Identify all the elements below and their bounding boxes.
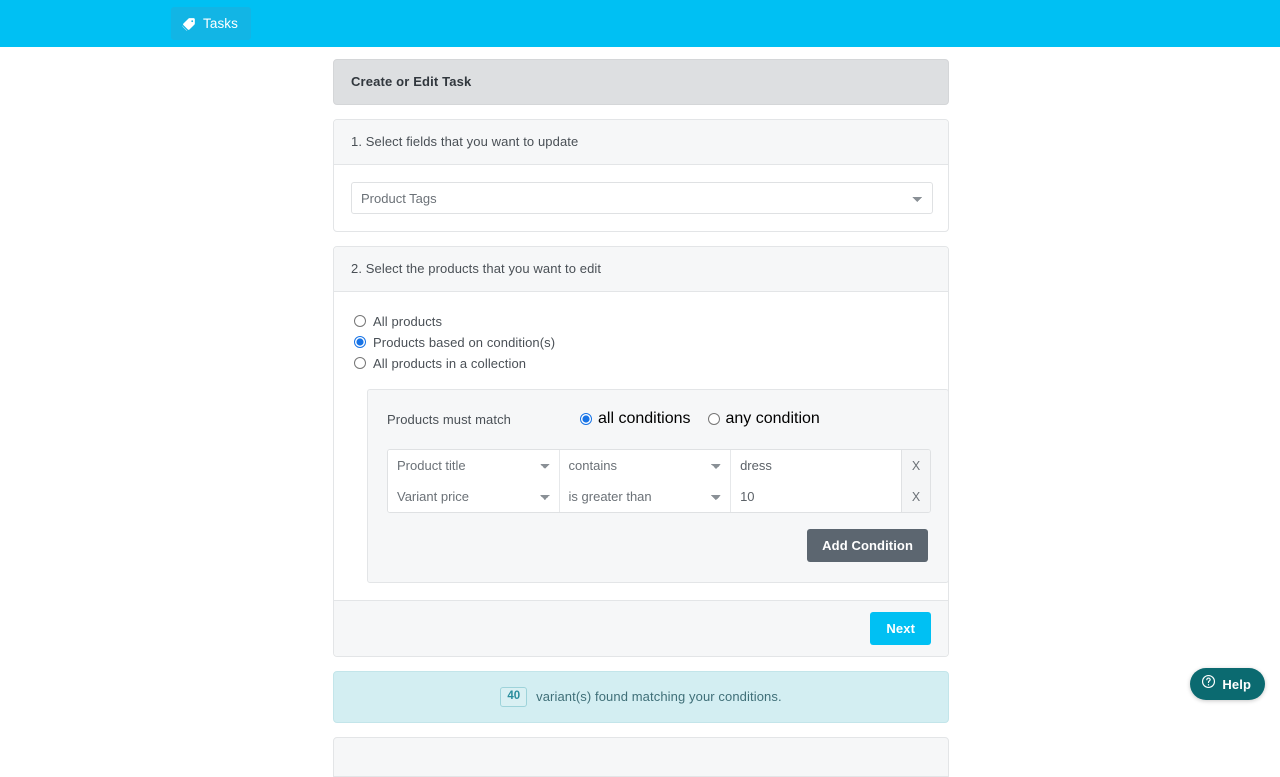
- scope-radio-collection-label: All products in a collection: [373, 356, 526, 371]
- condition-value-input[interactable]: [731, 450, 901, 481]
- card-select-products-header: 2. Select the products that you want to …: [334, 247, 948, 292]
- scope-radio-collection-input[interactable]: [354, 357, 366, 369]
- page-scroll-area: Create or Edit Task 1. Select fields tha…: [0, 47, 1280, 720]
- scope-radio-conditions-label: Products based on condition(s): [373, 335, 555, 350]
- tab-tasks[interactable]: Tasks: [171, 7, 251, 40]
- scope-radio-all-products[interactable]: All products: [354, 311, 931, 331]
- match-mode-radio-group: all conditions any condition: [580, 410, 820, 428]
- conditions-panel: Products must match all conditions any c…: [367, 389, 949, 583]
- match-radio-any-condition-input[interactable]: [708, 413, 720, 425]
- scope-radio-conditions-input[interactable]: [354, 336, 366, 348]
- match-radio-all-conditions-input[interactable]: [580, 413, 592, 425]
- scope-radio-all-products-input[interactable]: [354, 315, 366, 327]
- match-mode-row: Products must match all conditions any c…: [387, 410, 929, 428]
- condition-value-input[interactable]: [731, 481, 901, 512]
- next-button[interactable]: Next: [870, 612, 931, 645]
- tab-tasks-label: Tasks: [203, 16, 238, 31]
- condition-field-select[interactable]: Product title: [388, 450, 560, 481]
- condition-rows: Product title contains X Variant price: [387, 449, 931, 513]
- card-select-fields-body: Product Tags: [334, 165, 948, 231]
- condition-operator-select[interactable]: contains: [560, 450, 732, 481]
- variant-count-notice: 40 variant(s) found matching your condit…: [333, 671, 949, 723]
- card-select-products-footer: Next: [334, 600, 948, 656]
- scope-radio-conditions[interactable]: Products based on condition(s): [354, 332, 931, 352]
- scope-radio-all-products-label: All products: [373, 314, 442, 329]
- card-next-section-stub: [333, 737, 949, 777]
- match-radio-any-condition[interactable]: any condition: [708, 410, 820, 428]
- question-circle-icon: [1201, 674, 1216, 694]
- help-launcher-label: Help: [1222, 677, 1251, 692]
- condition-remove-button[interactable]: X: [901, 481, 930, 512]
- card-select-fields: 1. Select fields that you want to update…: [333, 119, 949, 232]
- content-container: Create or Edit Task 1. Select fields tha…: [333, 47, 949, 777]
- step1-header-label: 1. Select fields that you want to update: [351, 134, 578, 149]
- top-app-bar: Tasks: [0, 0, 1280, 47]
- condition-row: Product title contains X: [388, 450, 930, 481]
- page-title: Create or Edit Task: [351, 74, 471, 89]
- condition-row: Variant price is greater than X: [388, 481, 930, 512]
- match-radio-any-condition-label: any condition: [726, 410, 820, 428]
- variant-count-badge: 40: [500, 687, 527, 707]
- variant-count-text: variant(s) found matching your condition…: [536, 689, 782, 704]
- add-condition-button[interactable]: Add Condition: [807, 529, 928, 562]
- condition-remove-button[interactable]: X: [901, 450, 930, 481]
- condition-field-select[interactable]: Variant price: [388, 481, 560, 512]
- page-title-bar: Create or Edit Task: [333, 59, 949, 105]
- tag-icon: [182, 17, 196, 31]
- match-radio-all-conditions[interactable]: all conditions: [580, 410, 691, 428]
- match-radio-all-conditions-label: all conditions: [598, 410, 691, 428]
- scope-radio-collection[interactable]: All products in a collection: [354, 353, 931, 373]
- product-scope-radio-group: All products Products based on condition…: [351, 309, 931, 373]
- add-condition-row: Add Condition: [387, 529, 929, 562]
- card-select-fields-header: 1. Select fields that you want to update: [334, 120, 948, 165]
- condition-operator-select[interactable]: is greater than: [560, 481, 732, 512]
- step2-header-label: 2. Select the products that you want to …: [351, 261, 601, 276]
- card-select-products-body: All products Products based on condition…: [334, 292, 948, 600]
- card-select-products: 2. Select the products that you want to …: [333, 246, 949, 657]
- field-select[interactable]: Product Tags: [351, 182, 933, 214]
- match-mode-label: Products must match: [387, 412, 580, 427]
- help-launcher-button[interactable]: Help: [1190, 668, 1265, 700]
